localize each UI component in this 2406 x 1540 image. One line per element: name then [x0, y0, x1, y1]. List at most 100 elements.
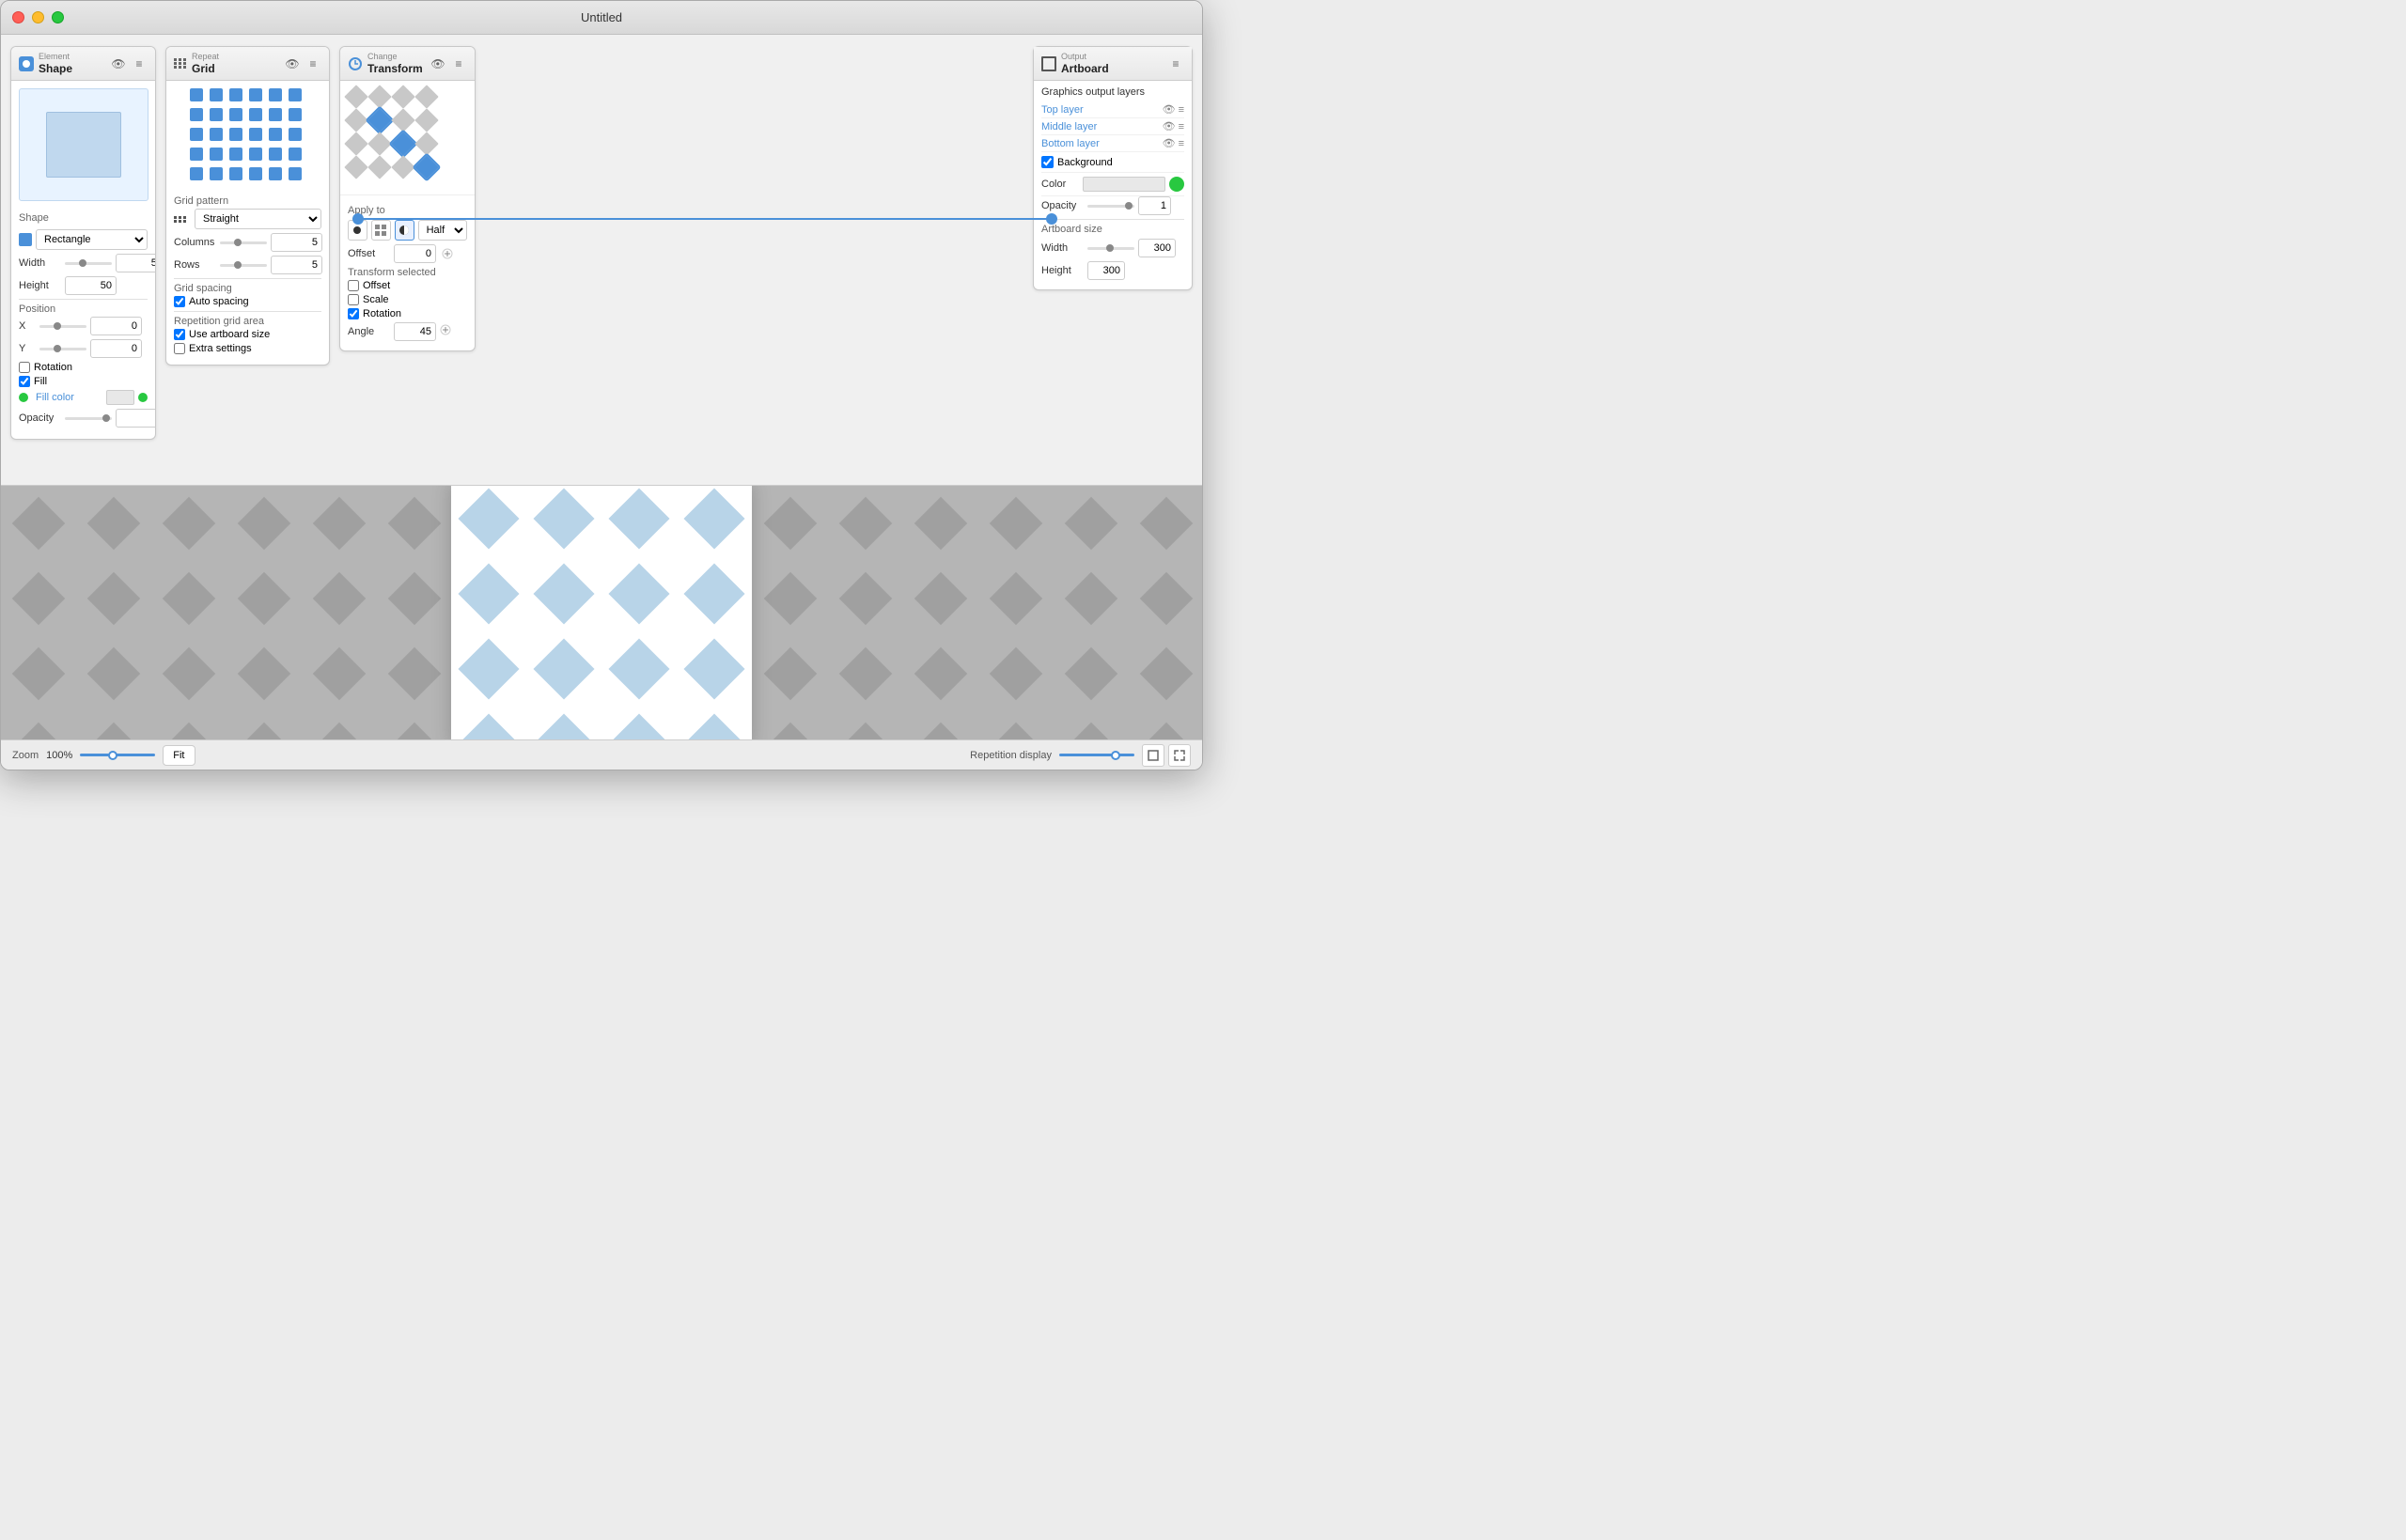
color-preview[interactable]	[1083, 177, 1165, 192]
artboard-width-label: Width	[1041, 242, 1084, 254]
rep-display-thumb	[1111, 751, 1120, 760]
zoom-slider[interactable]	[80, 754, 155, 756]
color-add-btn[interactable]	[1169, 177, 1184, 192]
columns-thumb	[234, 239, 242, 246]
transform-header-left: Change Transform	[348, 52, 423, 75]
rotation-label: Rotation	[34, 362, 72, 373]
bottom-layer-menu[interactable]: ≡	[1179, 138, 1184, 149]
color-label: Color	[1041, 179, 1079, 190]
bottom-layer-eye[interactable]: 👁	[1163, 137, 1176, 149]
opacity-slider[interactable]	[65, 417, 112, 420]
fill-checkbox[interactable]	[19, 376, 30, 387]
angle-input[interactable]	[394, 322, 436, 341]
columns-slider[interactable]	[220, 241, 267, 244]
width-slider-thumb	[79, 259, 86, 267]
apply-btn-half[interactable]	[395, 220, 414, 241]
connection-line	[358, 218, 1052, 220]
extra-settings-checkbox[interactable]	[174, 343, 185, 354]
close-button[interactable]	[12, 11, 24, 23]
grid-menu-button[interactable]: ≡	[305, 55, 321, 72]
artboard-width-input[interactable]	[1138, 239, 1176, 257]
auto-spacing-checkbox[interactable]	[174, 296, 185, 307]
angle-stepper[interactable]	[440, 324, 455, 339]
artboard-opacity-input[interactable]	[1138, 196, 1171, 215]
rows-slider-row	[220, 256, 322, 274]
y-slider[interactable]	[39, 348, 86, 350]
rotation-checkbox-transform[interactable]	[348, 308, 359, 319]
element-subtitle: Element	[39, 52, 72, 62]
rep-display-label: Repetition display	[970, 750, 1052, 761]
use-artboard-checkbox[interactable]	[174, 329, 185, 340]
transform-title: Transform	[367, 62, 423, 75]
artboard-divider	[1041, 219, 1184, 220]
width-slider-row	[65, 254, 156, 272]
y-slider-row	[39, 339, 142, 358]
extra-settings-label: Extra settings	[189, 343, 252, 354]
artboard-icon	[1041, 56, 1056, 71]
opacity-input[interactable]	[116, 409, 156, 428]
maximize-button[interactable]	[52, 11, 64, 23]
apply-to-select[interactable]: Half	[418, 220, 467, 241]
transform-eye-button[interactable]: 👁	[430, 55, 446, 72]
zoom-value: 100%	[46, 750, 72, 761]
x-slider[interactable]	[39, 325, 86, 328]
auto-spacing-row: Auto spacing	[174, 296, 321, 307]
grid-pattern-select[interactable]: Straight	[195, 209, 321, 229]
middle-layer-menu[interactable]: ≡	[1179, 121, 1184, 132]
rotation-checkbox[interactable]	[19, 362, 30, 373]
view-btn-single[interactable]	[1142, 744, 1164, 767]
columns-input[interactable]	[271, 233, 322, 252]
y-thumb	[54, 345, 61, 352]
height-input[interactable]	[65, 276, 117, 295]
y-input[interactable]	[90, 339, 142, 358]
x-input[interactable]	[90, 317, 142, 335]
middle-layer-row: Middle layer 👁 ≡	[1041, 118, 1184, 135]
transform-menu-button[interactable]: ≡	[450, 55, 467, 72]
element-eye-button[interactable]: 👁	[110, 55, 127, 72]
x-slider-row	[39, 317, 142, 335]
middle-layer-name[interactable]: Middle layer	[1041, 121, 1097, 132]
middle-layer-eye[interactable]: 👁	[1163, 120, 1176, 132]
apply-btn-grid[interactable]	[371, 220, 391, 241]
offset-checkbox[interactable]	[348, 280, 359, 291]
connection-dot-right	[1046, 213, 1057, 225]
shape-type-select[interactable]: Rectangle	[36, 229, 148, 250]
top-layer-controls: 👁 ≡	[1163, 103, 1184, 116]
artboard-width-thumb	[1106, 244, 1114, 252]
rep-display-slider[interactable]	[1059, 754, 1134, 756]
artboard-height-input[interactable]	[1087, 261, 1125, 280]
opacity-row: Opacity	[19, 409, 148, 428]
y-label: Y	[19, 343, 36, 354]
fill-color-swatch[interactable]	[106, 390, 134, 405]
rotation-check-row: Rotation	[348, 308, 467, 319]
view-buttons	[1142, 744, 1191, 767]
top-layer-eye[interactable]: 👁	[1163, 103, 1176, 116]
opacity-label: Opacity	[19, 412, 61, 424]
offset-stepper[interactable]	[440, 246, 455, 261]
canvas-area[interactable]	[1, 486, 1202, 739]
scale-checkbox[interactable]	[348, 294, 359, 305]
bottom-layer-name[interactable]: Bottom layer	[1041, 138, 1100, 149]
shape-type-row: Shape	[19, 209, 148, 226]
fit-button[interactable]: Fit	[163, 745, 195, 766]
artboard-opacity-slider[interactable]	[1087, 205, 1134, 208]
grid-eye-button[interactable]: 👁	[284, 55, 301, 72]
artboard-width-slider[interactable]	[1087, 247, 1134, 250]
width-slider[interactable]	[65, 262, 112, 265]
top-layer-name[interactable]: Top layer	[1041, 104, 1084, 116]
background-checkbox[interactable]	[1041, 156, 1054, 168]
use-artboard-label: Use artboard size	[189, 329, 270, 340]
element-menu-button[interactable]: ≡	[131, 55, 148, 72]
artboard-menu-btn[interactable]: ≡	[1167, 55, 1184, 72]
offset-input[interactable]	[394, 244, 436, 263]
top-layer-menu[interactable]: ≡	[1179, 104, 1184, 116]
bottom-layer-controls: 👁 ≡	[1163, 137, 1184, 149]
width-input[interactable]	[116, 254, 156, 272]
minimize-button[interactable]	[32, 11, 44, 23]
fill-add-btn[interactable]	[138, 393, 148, 402]
middle-layer-controls: 👁 ≡	[1163, 120, 1184, 132]
rows-input[interactable]	[271, 256, 322, 274]
rows-slider[interactable]	[220, 264, 267, 267]
angle-row: Angle	[348, 322, 467, 341]
view-btn-expand[interactable]	[1168, 744, 1191, 767]
